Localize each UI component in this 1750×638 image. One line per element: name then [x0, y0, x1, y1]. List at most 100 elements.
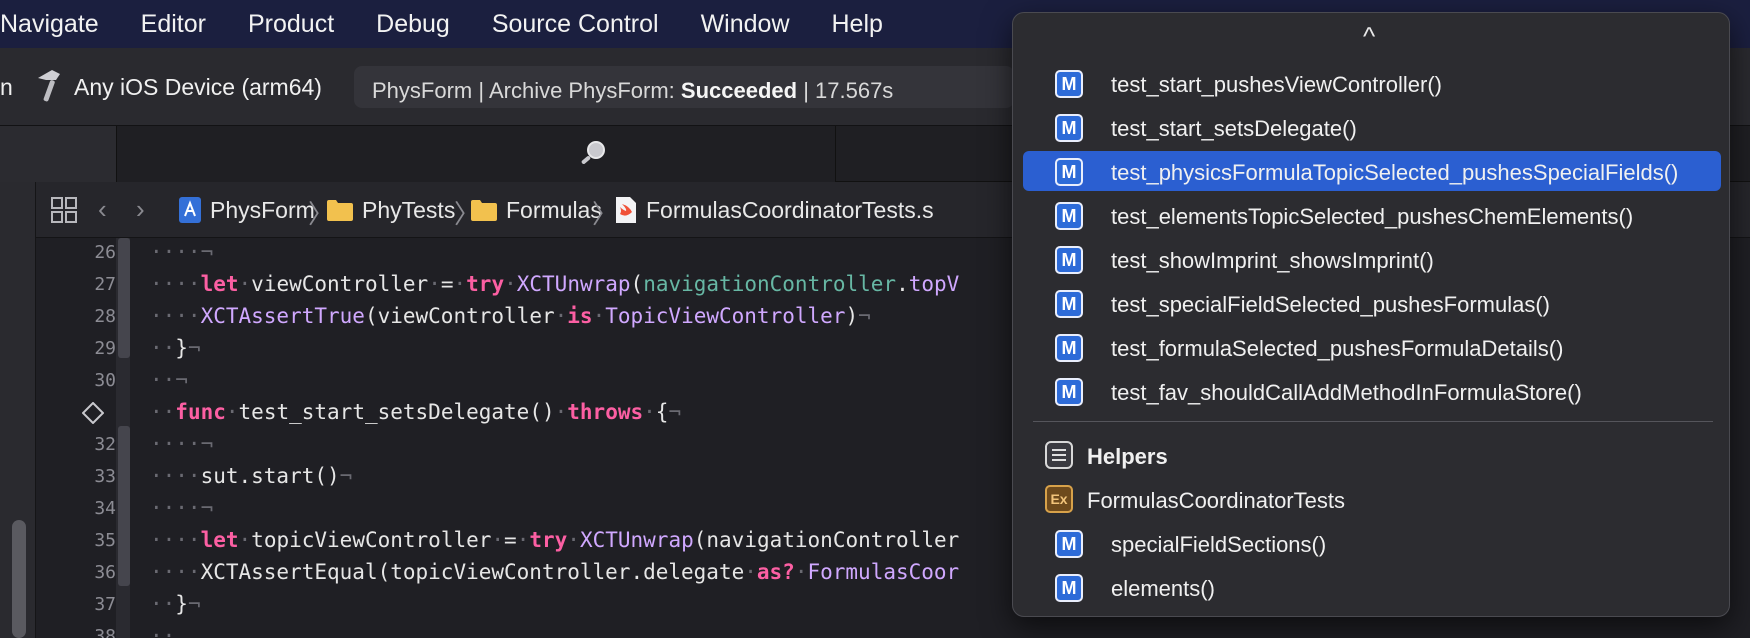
code-token: is — [567, 304, 593, 328]
code-token: ·· — [150, 336, 176, 360]
method-label: elements() — [1111, 576, 1215, 601]
menu-source-control[interactable]: Source Control — [492, 10, 659, 39]
code-token: ·· — [150, 400, 176, 424]
back-arrow-icon[interactable]: ‹ — [98, 194, 107, 225]
code-line[interactable]: ··}¬ — [150, 336, 201, 360]
tab-editor[interactable] — [0, 126, 116, 182]
tab-find[interactable] — [116, 126, 836, 182]
section-helpers[interactable]: Helpers — [1023, 435, 1721, 475]
code-token: ·· — [150, 592, 176, 616]
fold-range-marker[interactable] — [118, 238, 130, 358]
method-icon: M — [1055, 202, 1083, 230]
code-token: as? — [756, 560, 795, 584]
list-icon — [1045, 441, 1073, 469]
fold-range-marker[interactable] — [118, 426, 130, 586]
method-icon: M — [1055, 290, 1083, 318]
method-icon: M — [1055, 114, 1083, 142]
code-token: sut.start() — [200, 464, 340, 488]
method-label: test_showImprint_showsImprint() — [1111, 248, 1434, 273]
code-token: ···· — [150, 304, 201, 328]
method-item[interactable]: Mtest_physicsFormulaTopicSelected_pushes… — [1023, 151, 1721, 191]
code-token: ···· — [150, 272, 201, 296]
method-label: test_start_pushesViewController() — [1111, 72, 1442, 97]
menu-navigate[interactable]: Navigate — [0, 10, 99, 39]
breadcrumb-group-phytests[interactable]: PhyTests — [362, 197, 455, 224]
line-number[interactable]: 35 — [44, 530, 116, 551]
code-line[interactable]: ··¬ — [150, 368, 188, 392]
code-line[interactable]: ····let·topicViewController·=·try·XCTUnw… — [150, 528, 959, 552]
method-item[interactable]: M elements() — [1023, 567, 1721, 607]
menu-product[interactable]: Product — [248, 10, 334, 39]
test-diamond-icon[interactable] — [82, 402, 104, 424]
method-item[interactable]: Mtest_formulaSelected_pushesFormulaDetai… — [1023, 327, 1721, 367]
line-number[interactable]: 26 — [44, 242, 116, 263]
code-token: ···· — [150, 560, 201, 584]
method-label: specialFieldSections() — [1111, 532, 1327, 557]
line-number[interactable]: 33 — [44, 466, 116, 487]
breadcrumb-project[interactable]: PhysForm — [210, 197, 315, 224]
line-number[interactable]: 37 — [44, 594, 116, 615]
navigator-scrollbar[interactable] — [12, 520, 26, 638]
hammer-icon — [38, 70, 60, 102]
method-label: test_fav_shouldCallAddMethodInFormulaSto… — [1111, 380, 1582, 405]
code-line[interactable]: ····¬ — [150, 432, 213, 456]
line-number-gutter: 26 27 28 29 30 32 33 34 35 36 37 38 — [36, 238, 116, 638]
code-token: ¬ — [187, 336, 201, 360]
code-line[interactable]: ····¬ — [150, 496, 213, 520]
line-number[interactable]: 27 — [44, 274, 116, 295]
code-token: ¬ — [187, 592, 201, 616]
code-line[interactable]: ··}¬ — [150, 592, 201, 616]
code-line[interactable]: ··func·test_start_setsDelegate()·throws·… — [150, 400, 681, 424]
extension-label: FormulasCoordinatorTests — [1087, 488, 1345, 513]
extension-item[interactable]: Ex FormulasCoordinatorTests — [1023, 479, 1721, 519]
breadcrumb-group-formulas[interactable]: Formulas — [506, 197, 602, 224]
breadcrumb-file[interactable]: FormulasCoordinatorTests.s — [646, 197, 934, 224]
magnifier-icon — [581, 141, 605, 164]
menu-help[interactable]: Help — [832, 10, 883, 39]
code-token: topV — [908, 272, 960, 296]
code-line[interactable]: ····let·viewController·=·try·XCTUnwrap(n… — [150, 272, 959, 296]
line-number[interactable]: 38 — [44, 626, 116, 638]
code-line[interactable]: ·· — [150, 624, 175, 638]
method-item[interactable]: Mtest_specialFieldSelected_pushesFormula… — [1023, 283, 1721, 323]
code-token: · — [567, 528, 580, 552]
code-token: ···· — [150, 528, 201, 552]
method-item[interactable]: Mtest_elementsTopicSelected_pushesChemEl… — [1023, 195, 1721, 235]
related-items-icon[interactable] — [50, 196, 78, 224]
code-token: · — [516, 528, 530, 552]
code-token: = — [504, 528, 517, 552]
code-token: ) — [845, 304, 859, 328]
menu-editor[interactable]: Editor — [141, 10, 206, 39]
line-number[interactable]: 29 — [44, 338, 116, 359]
method-item[interactable]: Mtest_start_setsDelegate() — [1023, 107, 1721, 147]
scheme-name-fragment[interactable]: n — [0, 74, 13, 101]
line-number[interactable]: 30 — [44, 370, 116, 391]
code-token: XCTUnwrap — [516, 272, 631, 296]
method-item[interactable]: Mtest_showImprint_showsImprint() — [1023, 239, 1721, 279]
method-label: test_physicsFormulaTopicSelected_pushesS… — [1111, 160, 1679, 185]
run-destination[interactable]: Any iOS Device (arm64) — [74, 74, 322, 101]
code-line[interactable]: ····sut.start()¬ — [150, 464, 352, 488]
line-number[interactable]: 28 — [44, 306, 116, 327]
code-line[interactable]: ····XCTAssertTrue(viewController·is·Topi… — [150, 304, 871, 328]
line-number[interactable]: 32 — [44, 434, 116, 455]
code-line[interactable]: ····¬ — [150, 240, 213, 264]
menu-window[interactable]: Window — [701, 10, 790, 39]
forward-arrow-icon[interactable]: › — [136, 194, 145, 225]
code-line[interactable]: ····XCTAssertEqual(topicViewController.d… — [150, 560, 959, 584]
code-token: · — [554, 304, 568, 328]
method-item[interactable]: Mtest_fav_shouldCallAddMethodInFormulaSt… — [1023, 371, 1721, 411]
menu-debug[interactable]: Debug — [376, 10, 450, 39]
line-number[interactable]: 36 — [44, 562, 116, 583]
scroll-up-chevron-icon[interactable]: ^ — [1363, 21, 1375, 52]
code-token: ( — [630, 272, 644, 296]
status-prefix: PhysForm | Archive PhysForm: — [372, 78, 681, 103]
code-token: { — [655, 400, 669, 424]
separator — [1033, 421, 1713, 422]
code-token: · — [592, 304, 606, 328]
line-number[interactable]: 34 — [44, 498, 116, 519]
code-token: topicViewController — [251, 528, 492, 552]
method-item[interactable]: Mtest_start_pushesViewController() — [1023, 63, 1721, 103]
method-item[interactable]: M specialFieldSections() — [1023, 523, 1721, 563]
code-token: FormulasCoor — [807, 560, 960, 584]
